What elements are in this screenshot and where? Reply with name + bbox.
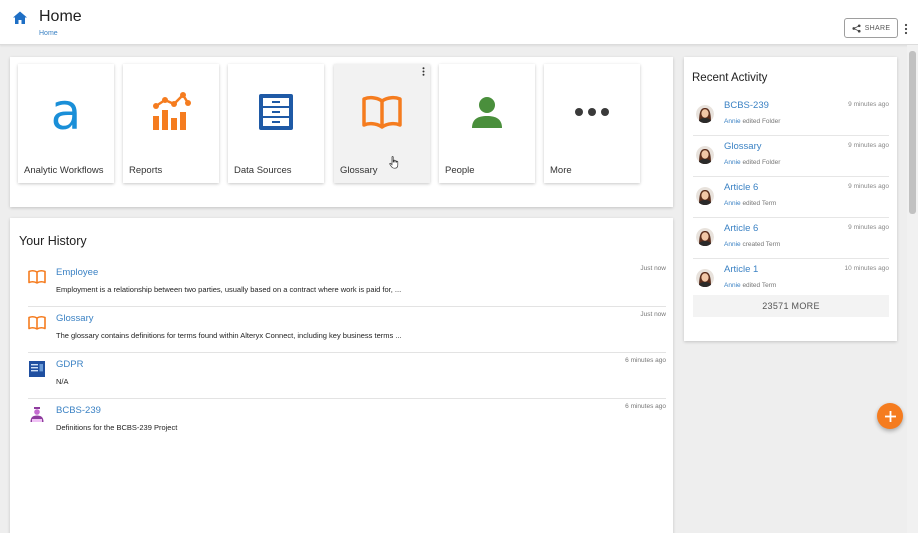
tile-label: Reports bbox=[129, 165, 163, 176]
tile-label: More bbox=[550, 165, 572, 176]
tile-data-sources[interactable]: Data Sources bbox=[228, 64, 324, 183]
activity-item-name[interactable]: Article 6 bbox=[724, 182, 758, 193]
activity-item-time: 9 minutes ago bbox=[848, 142, 889, 149]
add-button[interactable] bbox=[877, 403, 903, 429]
activity-item-time: 9 minutes ago bbox=[848, 183, 889, 190]
breadcrumb[interactable]: Home bbox=[39, 30, 58, 37]
activity-action: edited Term bbox=[742, 200, 777, 207]
hand-cursor-icon bbox=[389, 156, 399, 169]
tile-label: Glossary bbox=[340, 165, 378, 176]
activity-item[interactable]: BCBS-239 Annie edited Folder 9 minutes a… bbox=[693, 95, 889, 136]
activity-user[interactable]: Annie bbox=[724, 282, 741, 289]
alteryx-a-icon: a bbox=[51, 89, 82, 135]
share-label: SHARE bbox=[864, 24, 891, 32]
scrollbar-thumb[interactable] bbox=[909, 51, 916, 214]
history-item-description: Employment is a relationship between two… bbox=[56, 285, 402, 294]
activity-user[interactable]: Annie bbox=[724, 241, 741, 248]
avatar bbox=[696, 146, 714, 164]
cabinet-icon bbox=[259, 94, 293, 130]
project-icon bbox=[30, 407, 44, 422]
book-icon bbox=[28, 270, 46, 284]
activity-item-detail: Annie created Term bbox=[724, 241, 780, 248]
activity-item-name[interactable]: Article 6 bbox=[724, 223, 758, 234]
activity-title: Recent Activity bbox=[692, 72, 768, 84]
tile-glossary[interactable]: Glossary bbox=[334, 64, 430, 183]
history-item[interactable]: Glossary The glossary contains definitio… bbox=[28, 307, 666, 353]
history-item-description: Definitions for the BCBS-239 Project bbox=[56, 423, 178, 432]
activity-item-name[interactable]: Article 1 bbox=[724, 264, 758, 275]
history-item-description: N/A bbox=[56, 377, 69, 386]
activity-action: created Term bbox=[742, 241, 781, 248]
page-scrollbar[interactable] bbox=[907, 45, 918, 533]
history-item[interactable]: BCBS-239 Definitions for the BCBS-239 Pr… bbox=[28, 399, 666, 445]
history-item-time: 6 minutes ago bbox=[625, 403, 666, 410]
tile-reports[interactable]: Reports bbox=[123, 64, 219, 183]
history-item-description: The glossary contains definitions for te… bbox=[56, 331, 402, 340]
page-title: Home bbox=[39, 8, 82, 25]
activity-item-time: 9 minutes ago bbox=[848, 101, 889, 108]
tile-label: People bbox=[445, 165, 475, 176]
history-item-time: 6 minutes ago bbox=[625, 357, 666, 364]
history-item-name[interactable]: Glossary bbox=[56, 313, 93, 324]
activity-item[interactable]: Article 6 Annie created Term 9 minutes a… bbox=[693, 218, 889, 259]
activity-action: edited Folder bbox=[742, 118, 781, 125]
avatar bbox=[696, 228, 714, 246]
avatar bbox=[696, 269, 714, 287]
tile-menu-icon[interactable] bbox=[422, 67, 425, 76]
tile-more[interactable]: More bbox=[544, 64, 640, 183]
history-title: Your History bbox=[19, 234, 87, 248]
history-item-name[interactable]: Employee bbox=[56, 267, 98, 278]
activity-item-detail: Annie edited Term bbox=[724, 282, 776, 289]
history-item[interactable]: GDPR N/A 6 minutes ago bbox=[28, 353, 666, 399]
plus-icon bbox=[884, 410, 896, 422]
tiles-panel: a Analytic Workflows Reports Data Source… bbox=[10, 57, 673, 207]
document-icon bbox=[29, 361, 45, 377]
chart-icon bbox=[153, 92, 191, 130]
recent-activity-panel: Recent Activity BCBS-239 Annie edited Fo… bbox=[684, 57, 897, 341]
avatar bbox=[696, 187, 714, 205]
history-item-name[interactable]: BCBS-239 bbox=[56, 405, 101, 416]
activity-item-name[interactable]: Glossary bbox=[724, 141, 761, 152]
activity-user[interactable]: Annie bbox=[724, 118, 741, 125]
tile-people[interactable]: People bbox=[439, 64, 535, 183]
kebab-menu-icon[interactable] bbox=[904, 23, 908, 35]
app-header: Home Home SHARE bbox=[0, 0, 918, 45]
history-panel: Your History Employee Employment is a re… bbox=[10, 218, 673, 533]
more-dots-icon bbox=[575, 108, 609, 116]
activity-item-time: 9 minutes ago bbox=[848, 224, 889, 231]
activity-item[interactable]: Article 1 Annie edited Term 10 minutes a… bbox=[693, 259, 889, 300]
history-item-time: Just now bbox=[640, 265, 666, 272]
activity-action: edited Folder bbox=[742, 159, 781, 166]
tile-label: Analytic Workflows bbox=[24, 165, 104, 176]
activity-item-detail: Annie edited Term bbox=[724, 200, 776, 207]
activity-item-name[interactable]: BCBS-239 bbox=[724, 100, 769, 111]
svg-text:a: a bbox=[51, 89, 82, 135]
activity-item-detail: Annie edited Folder bbox=[724, 118, 780, 125]
activity-user[interactable]: Annie bbox=[724, 159, 741, 166]
activity-item[interactable]: Glossary Annie edited Folder 9 minutes a… bbox=[693, 136, 889, 177]
book-icon bbox=[362, 95, 402, 129]
share-button[interactable]: SHARE bbox=[844, 18, 898, 38]
tile-label: Data Sources bbox=[234, 165, 292, 176]
tile-analytic-workflows[interactable]: a Analytic Workflows bbox=[18, 64, 114, 183]
person-icon bbox=[472, 97, 502, 128]
history-item-time: Just now bbox=[640, 311, 666, 318]
more-activity-button[interactable]: 23571 MORE bbox=[693, 295, 889, 317]
book-icon bbox=[28, 316, 46, 330]
history-item[interactable]: Employee Employment is a relationship be… bbox=[28, 261, 666, 307]
activity-item[interactable]: Article 6 Annie edited Term 9 minutes ag… bbox=[693, 177, 889, 218]
activity-user[interactable]: Annie bbox=[724, 200, 741, 207]
activity-action: edited Term bbox=[742, 282, 777, 289]
activity-item-time: 10 minutes ago bbox=[844, 265, 889, 272]
activity-item-detail: Annie edited Folder bbox=[724, 159, 780, 166]
home-icon[interactable] bbox=[12, 10, 28, 26]
avatar bbox=[696, 105, 714, 123]
history-item-name[interactable]: GDPR bbox=[56, 359, 83, 370]
share-icon bbox=[852, 23, 861, 33]
